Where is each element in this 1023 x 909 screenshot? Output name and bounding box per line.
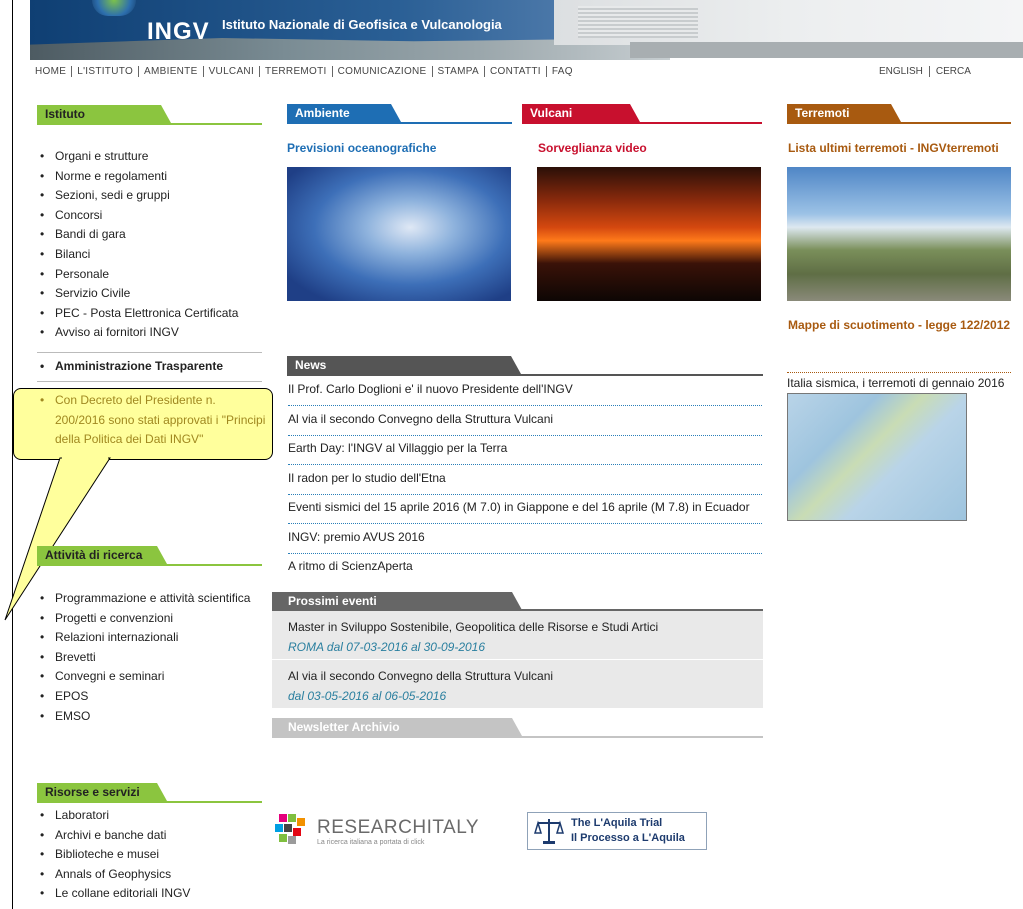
right-nav: ENGLISH CERCA [873,66,977,77]
list-item[interactable]: Brevetti [37,648,250,668]
list-item[interactable]: Le collane editoriali INGV [37,884,190,904]
seismic-station-image[interactable] [787,167,1011,301]
list-item[interactable]: Bandi di gara [37,225,238,245]
mappe-link[interactable]: Mappe di scuotimento - legge 122/2012 [788,318,1010,332]
list-item[interactable]: Progetti e convenzioni [37,609,250,629]
ricerca-underline [37,564,262,566]
trasparente-list: Amministrazione Trasparente [37,357,223,377]
list-item[interactable]: Servizio Civile [37,284,238,304]
scales-icon [534,819,564,844]
tab-terremoti[interactable]: Terremoti [787,104,901,122]
ricerca-list: Programmazione e attività scientifica Pr… [37,589,250,726]
list-item[interactable]: Personale [37,265,238,285]
event-item[interactable]: Al via il secondo Convegno della Struttu… [272,660,763,709]
event-date: ROMA dal 07-03-2016 al 30-09-2016 [288,640,486,654]
ambiente-underline [287,122,512,124]
terremoti-underline [787,122,1011,124]
researchitaly-subtitle: La ricerca italiana a portata di click [317,839,425,846]
divider [787,372,1011,373]
nav-ambiente[interactable]: AMBIENTE [139,66,204,77]
news-item[interactable]: Eventi sismici del 15 aprile 2016 (M 7.0… [288,493,762,524]
volcano-video-image[interactable] [537,167,761,301]
nav-faq[interactable]: FAQ [547,66,578,77]
nav-comunicazione[interactable]: COMUNICAZIONE [333,66,433,77]
vulcani-link[interactable]: Sorveglianza video [538,141,647,155]
tab-newsletter[interactable]: Newsletter Archivio [272,718,522,736]
news-item[interactable]: INGV: premio AVUS 2016 [288,523,762,554]
aquila-trial-banner[interactable]: The L'Aquila Trial Il Processo a L'Aquil… [527,812,707,850]
list-item[interactable]: Archivi e banche dati [37,826,190,846]
list-item[interactable]: Concorsi [37,206,238,226]
nav-istituto[interactable]: L'ISTITUTO [72,66,140,77]
list-item[interactable]: Avviso ai fornitori INGV [37,323,238,343]
vulcani-underline [522,122,762,124]
news-item[interactable]: Il radon per lo studio dell'Etna [288,464,762,495]
news-item[interactable]: A ritmo di ScienzAperta [288,552,762,582]
istituto-list: Organi e strutture Norme e regolamenti S… [37,147,238,343]
list-item[interactable]: Bilanci [37,245,238,265]
list-item[interactable]: EPOS [37,687,250,707]
list-item[interactable]: Annals of Geophysics [37,865,190,885]
nav-english[interactable]: ENGLISH [873,66,930,77]
divider [37,352,262,353]
divider [37,381,262,382]
list-item[interactable]: EMSO [37,707,250,727]
list-item[interactable]: Biblioteche e musei [37,845,190,865]
event-item[interactable]: Master in Sviluppo Sostenibile, Geopolit… [272,611,763,660]
ocean-forecast-image[interactable] [287,167,511,301]
nav-home[interactable]: HOME [35,66,73,77]
news-item[interactable]: Earth Day: l'INGV al Villaggio per la Te… [288,434,762,465]
seismic-map-image[interactable] [787,393,967,521]
nav-stampa[interactable]: STAMPA [433,66,485,77]
list-item[interactable]: Laboratori [37,806,190,826]
amministrazione-trasparente-link[interactable]: Amministrazione Trasparente [37,357,223,377]
tab-risorse: Risorse e servizi [37,783,167,801]
list-item[interactable]: Organi e strutture [37,147,238,167]
nav-terremoti[interactable]: TERREMOTI [260,66,333,77]
tab-news: News [287,356,521,374]
tab-events: Prossimi eventi [272,592,522,610]
site-title: Istituto Nazionale di Geofisica e Vulcan… [222,17,502,32]
list-item[interactable]: Convegni e seminari [37,667,250,687]
istituto-underline [37,123,262,125]
researchitaly-title: RESEARCHITALY [317,817,480,838]
highlight-news-link[interactable]: Con Decreto del Presidente n. 200/2016 s… [37,391,267,450]
terremoti-list-link[interactable]: Lista ultimi terremoti - INGVterremoti [788,141,999,155]
news-item[interactable]: Il Prof. Carlo Doglioni e' il nuovo Pres… [288,375,762,406]
tab-ambiente[interactable]: Ambiente [287,104,401,122]
ambiente-link[interactable]: Previsioni oceanografiche [287,141,436,155]
event-title[interactable]: Al via il secondo Convegno della Struttu… [288,669,553,683]
map-caption[interactable]: Italia sismica, i terremoti di gennaio 2… [787,376,1004,390]
tab-vulcani[interactable]: Vulcani [522,104,640,122]
researchitaly-cube-icon [275,814,305,844]
researchitaly-banner[interactable]: RESEARCHITALY La ricerca italiana a port… [273,810,479,850]
list-item[interactable]: PEC - Posta Elettronica Certificata [37,304,238,324]
nav-cerca[interactable]: CERCA [930,66,977,77]
logo-text[interactable]: INGV [147,18,210,46]
risorse-list: Laboratori Archivi e banche dati Bibliot… [37,806,190,904]
risorse-underline [37,801,262,803]
aquila-line1: The L'Aquila Trial [571,817,663,829]
nav-contatti[interactable]: CONTATTI [485,66,547,77]
list-item[interactable]: Relazioni internazionali [37,628,250,648]
tab-istituto: Istituto [37,105,171,123]
news-item[interactable]: Al via il secondo Convegno della Struttu… [288,405,762,436]
event-title[interactable]: Master in Sviluppo Sostenibile, Geopolit… [288,620,658,634]
aquila-line2: Il Processo a L'Aquila [571,832,685,844]
list-item[interactable]: Sezioni, sedi e gruppi [37,186,238,206]
list-item[interactable]: Norme e regolamenti [37,167,238,187]
newsletter-underline [272,736,763,738]
nav-vulcani[interactable]: VULCANI [204,66,261,77]
list-item[interactable]: Programmazione e attività scientifica [37,589,250,609]
event-date: dal 03-05-2016 al 06-05-2016 [288,689,447,703]
tab-ricerca: Attività di ricerca [37,546,167,564]
top-nav: HOME L'ISTITUTO AMBIENTE VULCANI TERREMOTI CO… [35,66,578,77]
